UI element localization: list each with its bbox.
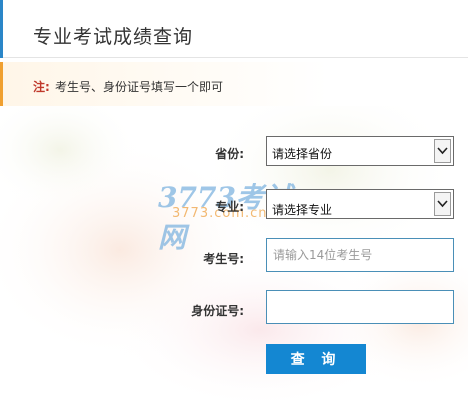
header-divider: [3, 57, 468, 58]
chevron-down-icon[interactable]: [434, 139, 451, 163]
province-select-value: 请选择省份: [272, 147, 333, 161]
notice-text: 考生号、身份证号填写一个即可: [55, 80, 224, 94]
id-number-label: 身份证号:: [191, 304, 244, 318]
major-label: 专业:: [215, 200, 244, 214]
major-select[interactable]: 请选择专业: [266, 189, 454, 219]
major-select-value: 请选择专业: [272, 203, 333, 217]
chevron-down-icon[interactable]: [434, 192, 451, 216]
notice-label: 注:: [33, 80, 50, 94]
exam-number-label: 考生号:: [203, 252, 244, 266]
id-number-input[interactable]: [266, 290, 454, 324]
page-header: 专业考试成绩查询: [0, 0, 468, 58]
page-title: 专业考试成绩查询: [33, 26, 194, 48]
query-button[interactable]: 查 询: [266, 344, 366, 374]
province-label: 省份:: [215, 147, 244, 161]
exam-number-input[interactable]: [266, 238, 454, 272]
province-select[interactable]: 请选择省份: [266, 136, 454, 166]
notice-bar: 注: 考生号、身份证号填写一个即可: [0, 62, 468, 106]
